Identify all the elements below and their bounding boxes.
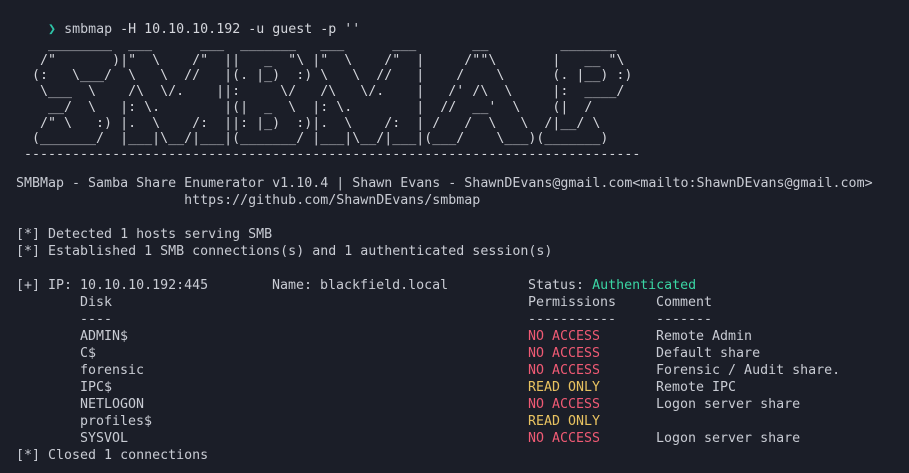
share-name: SYSVOL xyxy=(80,431,129,446)
share-name: IPC$ xyxy=(80,380,113,395)
share-permissions: NO ACCESS xyxy=(528,329,601,344)
share-comment: Logon server share xyxy=(656,397,801,412)
command-name: smbmap xyxy=(64,22,113,37)
log-closed: [*] Closed 1 connections xyxy=(16,448,209,463)
share-permissions: NO ACCESS xyxy=(528,397,601,412)
share-comment: Remote IPC xyxy=(656,380,737,395)
command-line: ❯ smbmap -H 10.10.10.192 -u guest -p '' xyxy=(16,4,360,37)
share-permissions: READ ONLY xyxy=(528,380,601,395)
share-name: forensic xyxy=(80,363,145,378)
share-name: ADMIN$ xyxy=(80,329,129,344)
about-line: SMBMap - Samba Share Enumerator v1.10.4 … xyxy=(16,176,873,191)
terminal-window[interactable]: ❯ smbmap -H 10.10.10.192 -u guest -p '' … xyxy=(0,0,909,473)
separator-disk: ---- xyxy=(80,312,113,327)
share-comment: Logon server share xyxy=(656,431,801,446)
share-comment: Forensic / Audit share. xyxy=(656,363,841,378)
share-permissions: NO ACCESS xyxy=(528,346,601,361)
prompt-arrow-icon: ❯ xyxy=(48,22,57,37)
share-permissions: NO ACCESS xyxy=(528,363,601,378)
host-name: Name: blackfield.local xyxy=(272,278,449,293)
separator-permissions: ----------- xyxy=(528,312,617,327)
host-ip: [+] IP: 10.10.10.192:445 xyxy=(16,278,209,293)
command-args: -H 10.10.10.192 -u guest -p '' xyxy=(120,22,361,37)
separator-comment: ------- xyxy=(656,312,713,327)
share-name: NETLOGON xyxy=(80,397,145,412)
status-value: Authenticated xyxy=(592,278,697,293)
share-name: C$ xyxy=(80,346,97,361)
share-permissions: READ ONLY xyxy=(528,414,601,429)
repo-url-line: https://github.com/ShawnDEvans/smbmap xyxy=(16,193,481,208)
smbmap-ascii-banner: ________ ___ ___ _______ ___ ___ __ ____… xyxy=(24,37,641,162)
column-header-disk: Disk xyxy=(80,295,113,310)
column-header-comment: Comment xyxy=(656,295,713,310)
host-status: Status: Authenticated xyxy=(528,277,696,294)
share-permissions: NO ACCESS xyxy=(528,431,601,446)
column-header-permissions: Permissions xyxy=(528,295,617,310)
status-label: Status: xyxy=(528,278,585,293)
log-established: [*] Established 1 SMB connections(s) and… xyxy=(16,244,553,259)
share-comment: Remote Admin xyxy=(656,329,753,344)
log-detected: [*] Detected 1 hosts serving SMB xyxy=(16,227,273,242)
share-comment: Default share xyxy=(656,346,761,361)
share-name: profiles$ xyxy=(80,414,153,429)
